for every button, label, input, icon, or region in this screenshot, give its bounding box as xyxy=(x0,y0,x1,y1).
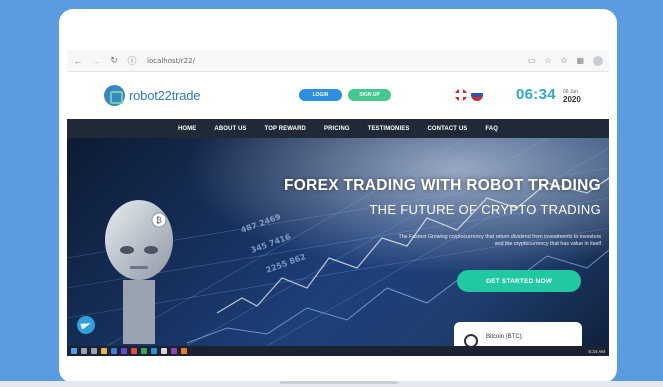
nav-item-about[interactable]: ABOUT US xyxy=(214,126,246,132)
uk-flag-icon[interactable] xyxy=(455,89,467,101)
bitcoin-label: Bitcoin (BTC): xyxy=(486,334,524,340)
hero-description: The Fastest Growing cryptocurrency that … xyxy=(287,234,601,248)
app-icon-red[interactable] xyxy=(131,348,137,354)
app-icon-green[interactable] xyxy=(141,348,147,354)
app-icon-orange[interactable] xyxy=(181,348,187,354)
nav-item-top-reward[interactable]: TOP REWARD xyxy=(265,126,306,132)
logo-text: robot22trade xyxy=(129,88,201,103)
bitcoin-icon xyxy=(464,334,478,346)
russia-flag-icon[interactable] xyxy=(471,89,483,101)
clock-date: 06 Jun 2020 xyxy=(563,89,581,104)
hero-desc-line1: The Fastest Growing cryptocurrency that … xyxy=(398,234,601,240)
laptop-notch xyxy=(280,381,398,384)
start-icon[interactable] xyxy=(71,348,77,354)
back-icon[interactable]: ← xyxy=(73,56,83,66)
hero-section: 487 2469 345 7416 2255 862 ₿ FOREX TRADI… xyxy=(67,138,609,346)
site-info-icon[interactable]: ⓘ xyxy=(127,54,137,67)
taskbar-clock[interactable]: 6:34 AM xyxy=(588,349,605,354)
laptop-base xyxy=(0,381,663,387)
hero-subtitle: THE FUTURE OF CRYPTO TRADING xyxy=(369,202,601,217)
favorites-bar-icon[interactable]: ✩ xyxy=(561,56,568,65)
nav-item-pricing[interactable]: PRICING xyxy=(324,126,350,132)
explorer-icon[interactable] xyxy=(101,348,107,354)
chrome-icon[interactable] xyxy=(161,348,167,354)
get-started-button[interactable]: GET STARTED NOW xyxy=(457,270,581,292)
app-icon-blue[interactable] xyxy=(151,348,157,354)
favorite-icon[interactable]: ☆ xyxy=(545,56,552,65)
telegram-icon[interactable] xyxy=(77,316,95,334)
browser-actions: ▭ ☆ ✩ ▦ xyxy=(528,55,603,66)
bitcoin-price-card: Bitcoin (BTC): xyxy=(454,322,582,346)
task-view-icon[interactable] xyxy=(91,348,97,354)
reader-icon[interactable]: ▭ xyxy=(528,56,536,65)
nav-item-home[interactable]: HOME xyxy=(178,126,196,132)
vscode-icon[interactable] xyxy=(121,348,127,354)
site-logo[interactable]: robot22trade xyxy=(104,85,201,106)
browser-toolbar: ← → ↻ ⓘ localhost/r22/ ▭ ☆ ✩ ▦ xyxy=(67,50,609,72)
hero-title: FOREX TRADING WITH ROBOT TRADING xyxy=(284,177,601,194)
signup-button[interactable]: SIGN UP xyxy=(348,89,391,101)
login-button[interactable]: LOGIN xyxy=(299,89,342,101)
app-icon-purple[interactable] xyxy=(171,348,177,354)
profile-avatar[interactable] xyxy=(593,55,603,66)
nav-item-contact[interactable]: CONTACT US xyxy=(427,126,467,132)
clock-time: 06:34 xyxy=(516,86,556,103)
robot-head-image: ₿ xyxy=(105,200,173,344)
svg-text:₿: ₿ xyxy=(156,216,162,225)
laptop-screen-card: ← → ↻ ⓘ localhost/r22/ ▭ ☆ ✩ ▦ robot22tr… xyxy=(59,9,617,383)
address-bar[interactable]: localhost/r22/ xyxy=(147,57,195,65)
nav-item-faq[interactable]: FAQ xyxy=(485,126,498,132)
windows-taskbar: 6:34 AM xyxy=(67,346,609,356)
edge-icon[interactable] xyxy=(111,348,117,354)
forward-icon[interactable]: → xyxy=(91,56,101,66)
hero-desc-line2: and the cryptocurrency that has value in… xyxy=(494,241,601,247)
main-nav: HOME ABOUT US TOP REWARD PRICING TESTIMO… xyxy=(67,119,609,138)
reload-icon[interactable]: ↻ xyxy=(109,55,119,66)
nav-item-testimonies[interactable]: TESTIMONIES xyxy=(368,126,410,132)
search-icon[interactable] xyxy=(81,348,87,354)
collections-icon[interactable]: ▦ xyxy=(576,56,584,65)
date-year: 2020 xyxy=(563,95,581,104)
site-header: robot22trade LOGIN SIGN UP 06:34 06 Jun … xyxy=(67,73,609,119)
logo-mark-icon xyxy=(104,85,125,106)
